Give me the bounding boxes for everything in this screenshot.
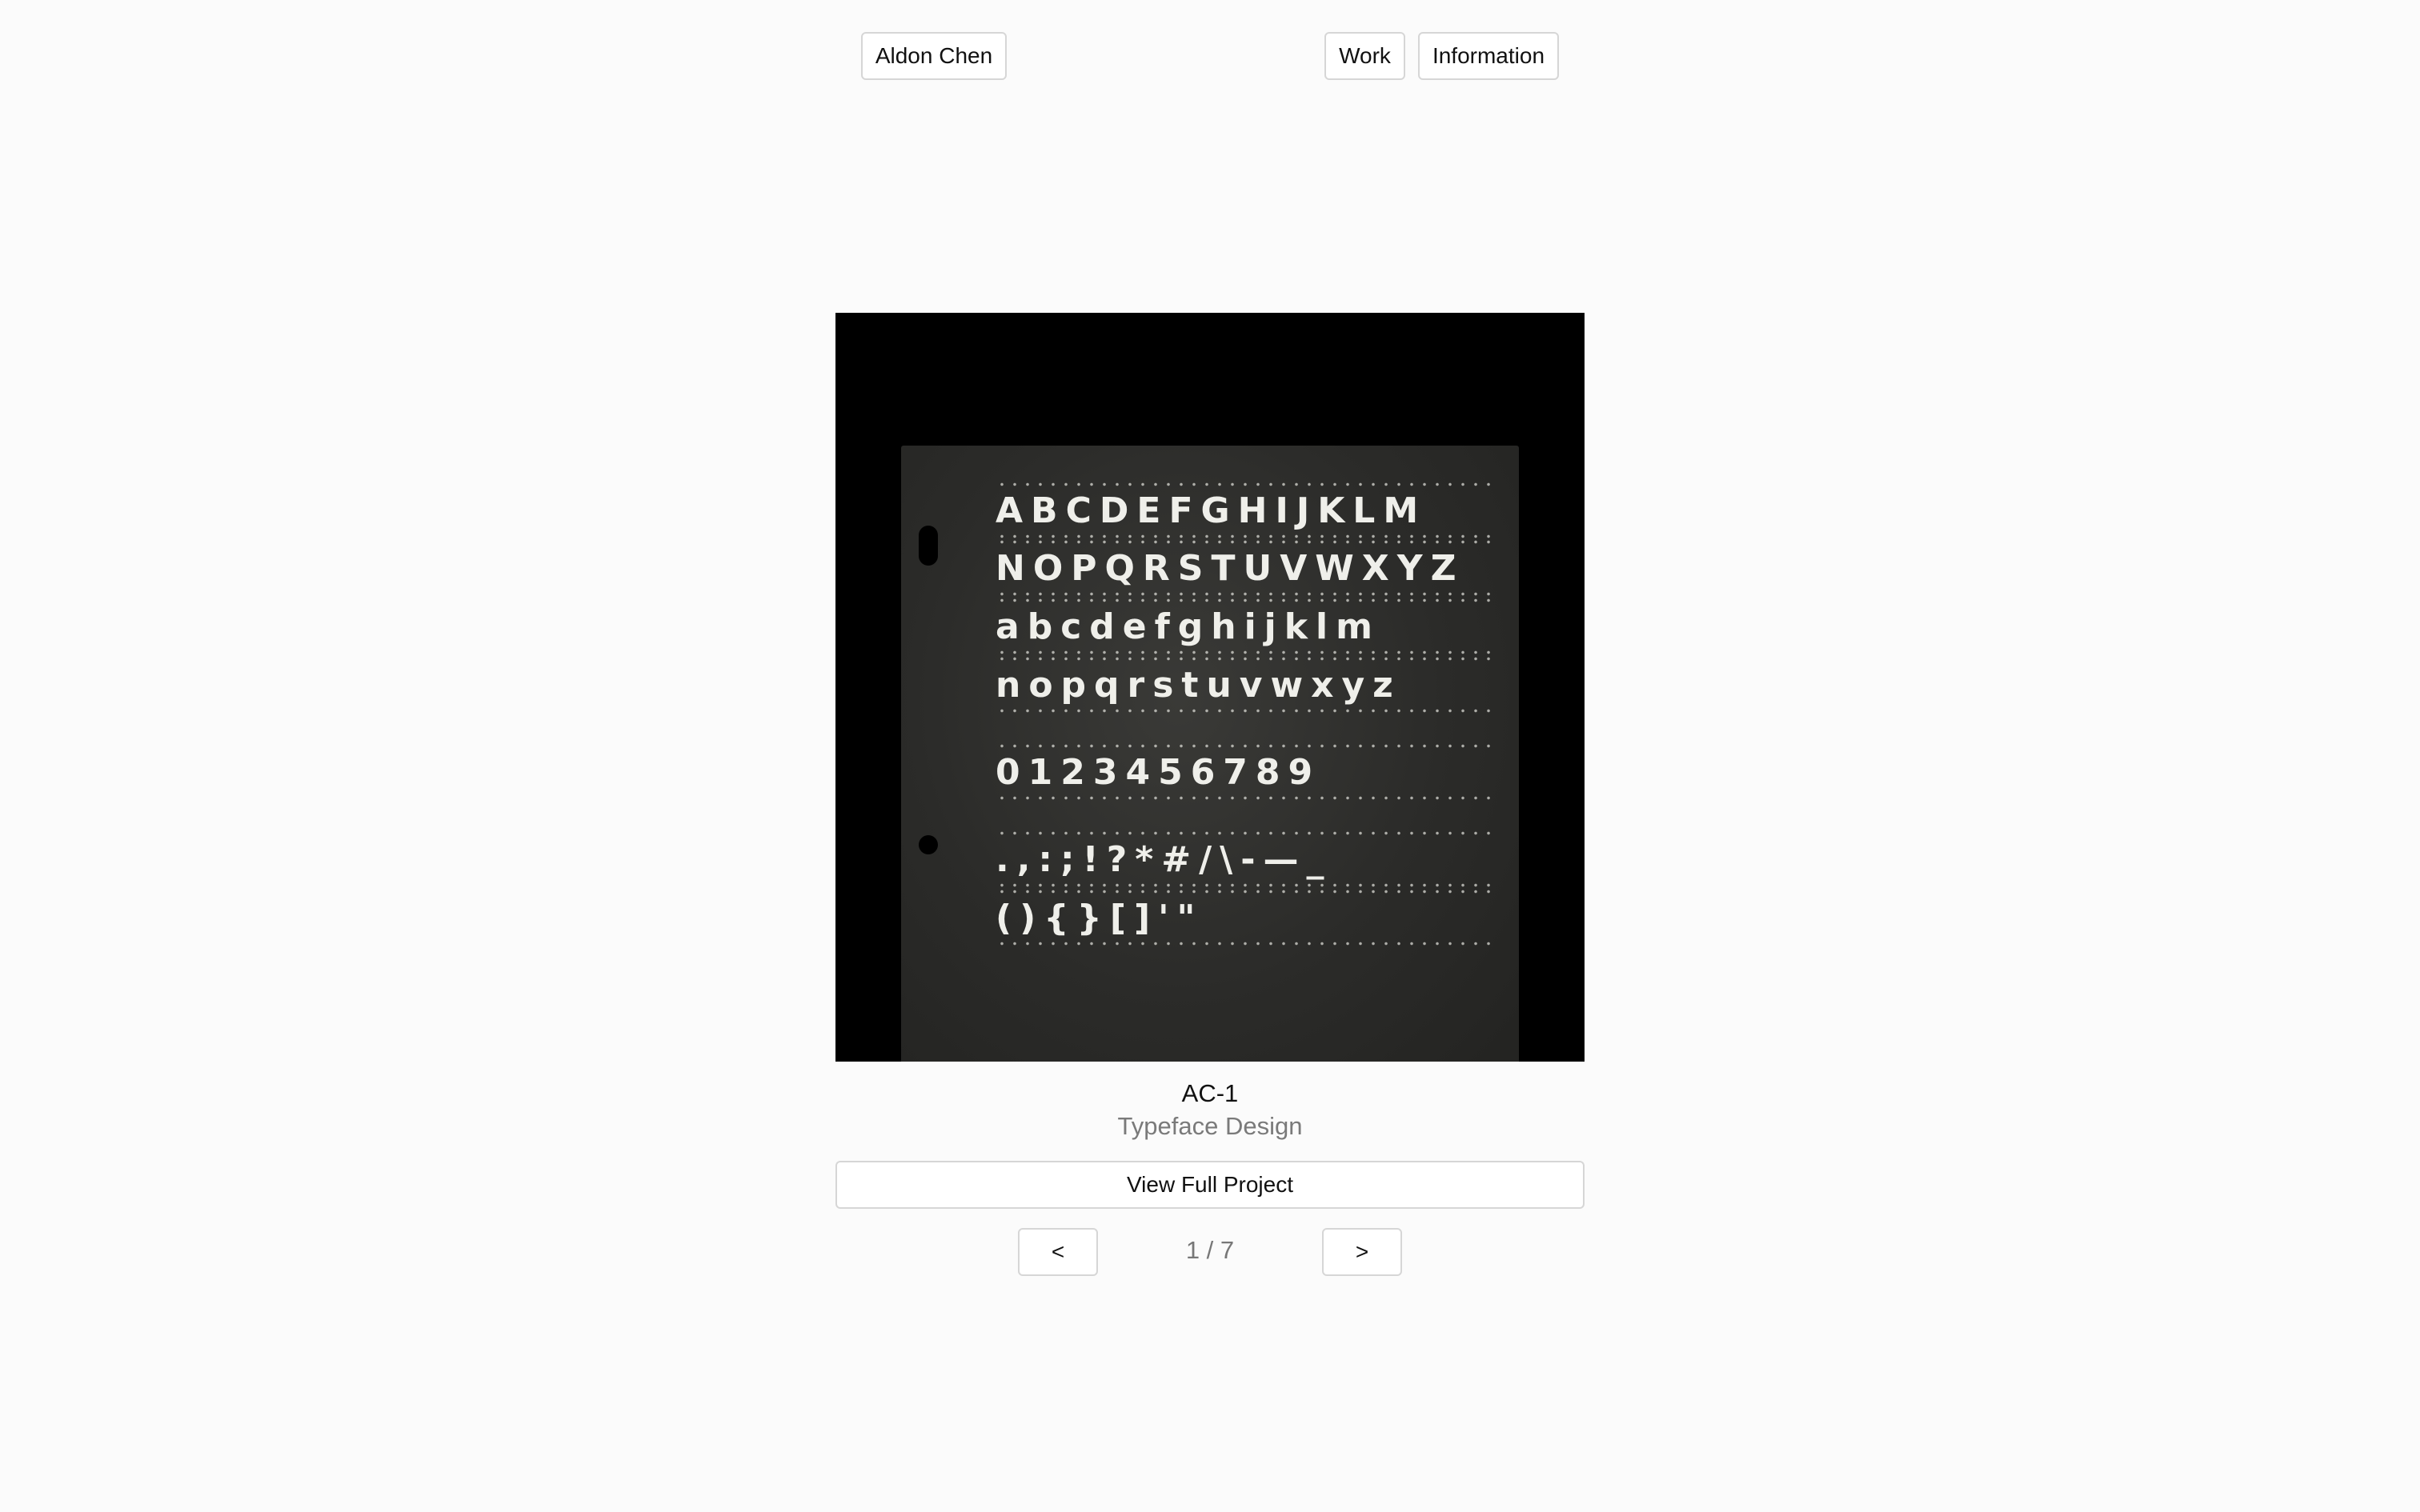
- specimen-row-uppercase-2: NOPQRSTUVWXYZ: [996, 540, 1492, 596]
- site-name-button[interactable]: Aldon Chen: [861, 32, 1007, 80]
- specimen-row-uppercase-1: ABCDEFGHIJKLM: [996, 482, 1492, 538]
- specimen-row-lowercase-1: abcdefghijklm: [996, 598, 1492, 654]
- page-counter: 1 / 7: [1185, 1236, 1235, 1264]
- punch-hole-top: [919, 526, 938, 566]
- view-full-project-button[interactable]: View Full Project: [835, 1161, 1585, 1209]
- next-project-button[interactable]: >: [1322, 1228, 1402, 1276]
- specimen-row-lowercase-2: nopqrstuvwxyz: [996, 657, 1492, 713]
- specimen-row-punctuation-2: (){}[]'": [996, 890, 1492, 946]
- previous-project-button[interactable]: <: [1018, 1228, 1098, 1276]
- project-category: Typeface Design: [1117, 1112, 1303, 1140]
- nav-work-button[interactable]: Work: [1324, 32, 1405, 80]
- type-specimen-sheet: ABCDEFGHIJKLM NOPQRSTUVWXYZ abcdefghijkl…: [901, 446, 1519, 1062]
- page: Aldon Chen Work Information ABCDEFGHIJKL…: [0, 0, 2420, 1512]
- project-title: AC-1: [1181, 1079, 1239, 1107]
- punch-hole-bottom: [919, 835, 938, 854]
- specimen-row-punctuation-1: .,:;!?*#/\-—_: [996, 831, 1492, 887]
- specimen-row-digits: 0123456789: [996, 744, 1492, 800]
- nav-information-button[interactable]: Information: [1418, 32, 1559, 80]
- project-hero-image[interactable]: ABCDEFGHIJKLM NOPQRSTUVWXYZ abcdefghijkl…: [835, 313, 1585, 1062]
